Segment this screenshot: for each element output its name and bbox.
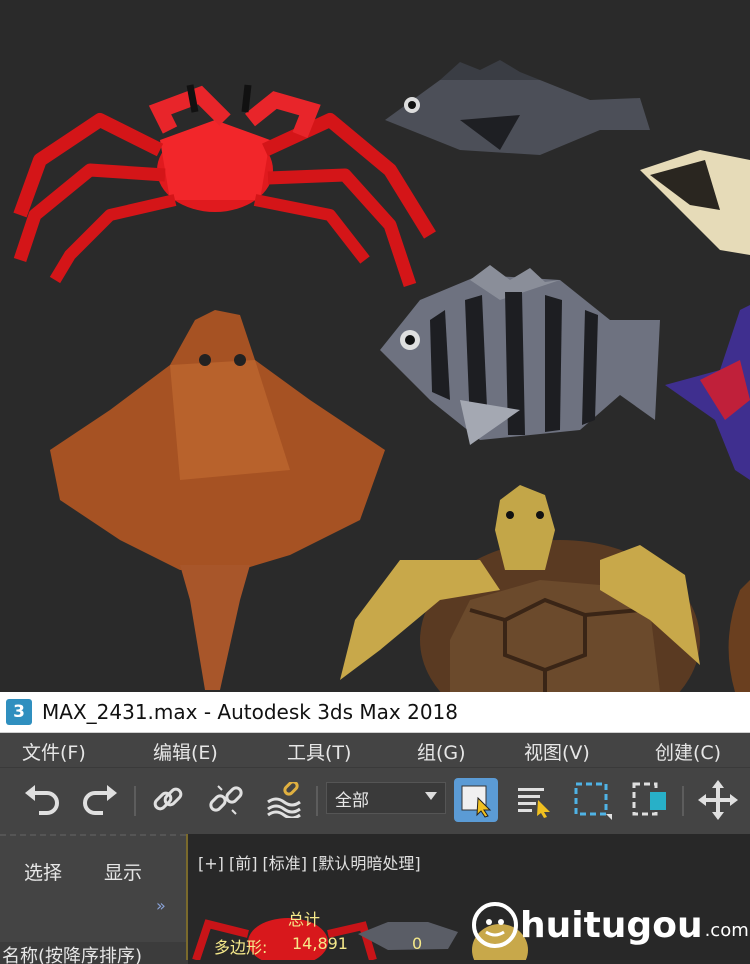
name-sort-column-header[interactable]: 名称(按降序排序) bbox=[0, 942, 188, 964]
move-icon bbox=[698, 780, 738, 820]
move-button[interactable] bbox=[696, 778, 740, 822]
window-crossing-icon bbox=[632, 782, 666, 816]
watermark: huitugou .com bbox=[470, 900, 749, 950]
partial-model-right bbox=[728, 580, 750, 692]
sea-creatures-render bbox=[13, 60, 750, 692]
toolbar-separator bbox=[134, 786, 136, 816]
link-button[interactable] bbox=[146, 778, 190, 822]
select-by-name-button[interactable] bbox=[512, 778, 556, 822]
main-toolbar: 全部 bbox=[0, 767, 750, 834]
rockfish-model bbox=[385, 60, 650, 155]
redo-icon bbox=[83, 785, 117, 815]
toolbar-separator bbox=[316, 786, 318, 816]
render-preview bbox=[0, 0, 750, 692]
rectangular-region-button[interactable] bbox=[570, 778, 614, 822]
expand-arrows-icon[interactable]: » bbox=[156, 896, 166, 915]
sea-turtle-model bbox=[340, 485, 700, 692]
menu-edit[interactable]: 编辑(E) bbox=[153, 738, 218, 765]
viewport-fish-model bbox=[358, 922, 458, 950]
striped-fish-model bbox=[380, 265, 660, 445]
undo-button[interactable] bbox=[20, 778, 64, 822]
menu-group[interactable]: 组(G) bbox=[417, 738, 466, 765]
starfish-model bbox=[665, 305, 750, 480]
panel-divider bbox=[0, 834, 186, 840]
tab-select[interactable]: 选择 bbox=[24, 858, 62, 885]
unlink-icon bbox=[209, 785, 243, 815]
bind-space-warp-icon bbox=[267, 782, 301, 818]
scene-explorer-panel: 选择 显示 » 名称(按降序排序) bbox=[0, 834, 188, 964]
tab-display[interactable]: 显示 bbox=[104, 858, 142, 885]
stats-total-label: 总计 bbox=[288, 910, 321, 929]
menu-tools[interactable]: 工具(T) bbox=[287, 738, 351, 765]
stingray-model bbox=[50, 310, 385, 690]
front-viewport[interactable]: [+] [前] [标准] [默认明暗处理] 总计 多边形: 14,891 0 h… bbox=[186, 834, 750, 960]
menu-view[interactable]: 视图(V) bbox=[524, 738, 590, 765]
crab-model bbox=[13, 84, 436, 288]
menu-create[interactable]: 创建(C) bbox=[655, 738, 721, 765]
3ds-max-logo-icon: 3 bbox=[6, 699, 32, 725]
stats-polygons-label: 多边形: bbox=[214, 938, 268, 957]
window-crossing-button[interactable] bbox=[628, 778, 672, 822]
rectangular-region-icon bbox=[574, 782, 612, 820]
stats-polygons-value: 14,891 bbox=[292, 934, 348, 953]
title-bar: 3 MAX_2431.max - Autodesk 3ds Max 2018 bbox=[0, 692, 750, 733]
stats-selected-value: 0 bbox=[412, 934, 423, 953]
undo-icon bbox=[25, 785, 59, 815]
watermark-suffix: .com bbox=[704, 919, 749, 941]
bind-space-warp-button[interactable] bbox=[262, 778, 306, 822]
toolbar-separator bbox=[682, 786, 684, 816]
select-by-name-icon bbox=[518, 788, 550, 818]
select-object-icon bbox=[461, 785, 492, 818]
window-title: MAX_2431.max - Autodesk 3ds Max 2018 bbox=[42, 700, 458, 724]
selection-filter-dropdown[interactable]: 全部 bbox=[326, 782, 446, 814]
watermark-logo-icon bbox=[472, 902, 518, 948]
shell-model bbox=[640, 150, 750, 255]
watermark-text: huitugou bbox=[520, 904, 703, 946]
chevron-down-icon bbox=[425, 792, 437, 800]
unlink-button[interactable] bbox=[204, 778, 248, 822]
selection-filter-value: 全部 bbox=[335, 790, 369, 811]
menu-file[interactable]: 文件(F) bbox=[22, 738, 86, 765]
redo-button[interactable] bbox=[78, 778, 122, 822]
menu-bar: 文件(F) 编辑(E) 工具(T) 组(G) 视图(V) 创建(C) bbox=[0, 733, 750, 767]
select-object-button[interactable] bbox=[454, 778, 498, 822]
link-icon bbox=[153, 787, 183, 811]
